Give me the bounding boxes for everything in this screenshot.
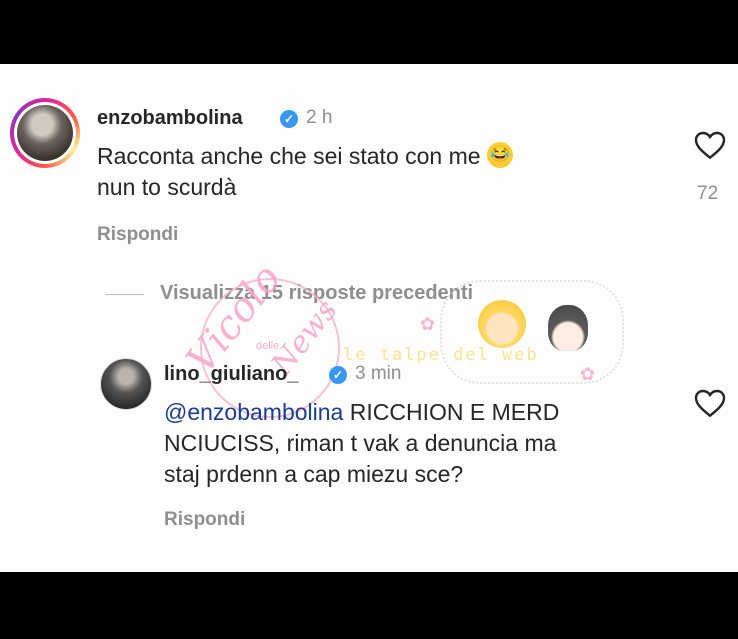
comment-time: 3 min bbox=[355, 363, 402, 384]
watermark-dotted-outline bbox=[440, 280, 624, 384]
comment-text: @enzobambolina RICCHION E MERD NCIUCISS,… bbox=[164, 397, 559, 490]
avatar-enzobambolina[interactable] bbox=[10, 98, 80, 168]
comment-line-3: staj prdenn a cap miezu sce? bbox=[164, 461, 464, 487]
watermark-cartoon-blonde-icon bbox=[478, 300, 526, 348]
comment-username[interactable]: enzobambolina bbox=[97, 107, 243, 130]
comment-username[interactable]: lino_giuliano_ bbox=[164, 363, 298, 386]
paw-print-icon: ✿ bbox=[580, 364, 596, 384]
verified-badge-icon: ✓ bbox=[329, 366, 347, 384]
comment-line-1: Racconta anche che sei stato con me bbox=[97, 143, 481, 169]
comment-time: 2 h bbox=[306, 107, 333, 128]
comment-line-2: NCIUCISS, riman t vak a denuncia ma bbox=[164, 430, 557, 456]
like-heart-icon[interactable] bbox=[694, 388, 726, 418]
like-count: 72 bbox=[697, 183, 719, 204]
laughing-emoji-icon: 😂 bbox=[486, 141, 513, 168]
like-heart-icon[interactable] bbox=[694, 130, 726, 160]
reply-button[interactable]: Rispondi bbox=[164, 509, 245, 531]
reply-button[interactable]: Rispondi bbox=[97, 224, 178, 246]
comment-text: Racconta anche che sei stato con me 😂 nu… bbox=[97, 141, 513, 203]
watermark-cartoon-darkhair-icon bbox=[548, 305, 588, 351]
view-replies-divider bbox=[106, 294, 144, 295]
mention-link[interactable]: @enzobambolina bbox=[164, 399, 343, 425]
comment-line-1: RICCHION E MERD bbox=[343, 399, 560, 425]
verified-badge-icon: ✓ bbox=[280, 110, 298, 128]
avatar-photo bbox=[17, 105, 73, 161]
paw-print-icon: ✿ bbox=[420, 314, 436, 334]
avatar-lino-giuliano[interactable] bbox=[100, 358, 152, 410]
watermark-banner: le talpe del web bbox=[343, 345, 539, 365]
comment-line-2: nun to scurdà bbox=[97, 174, 237, 200]
